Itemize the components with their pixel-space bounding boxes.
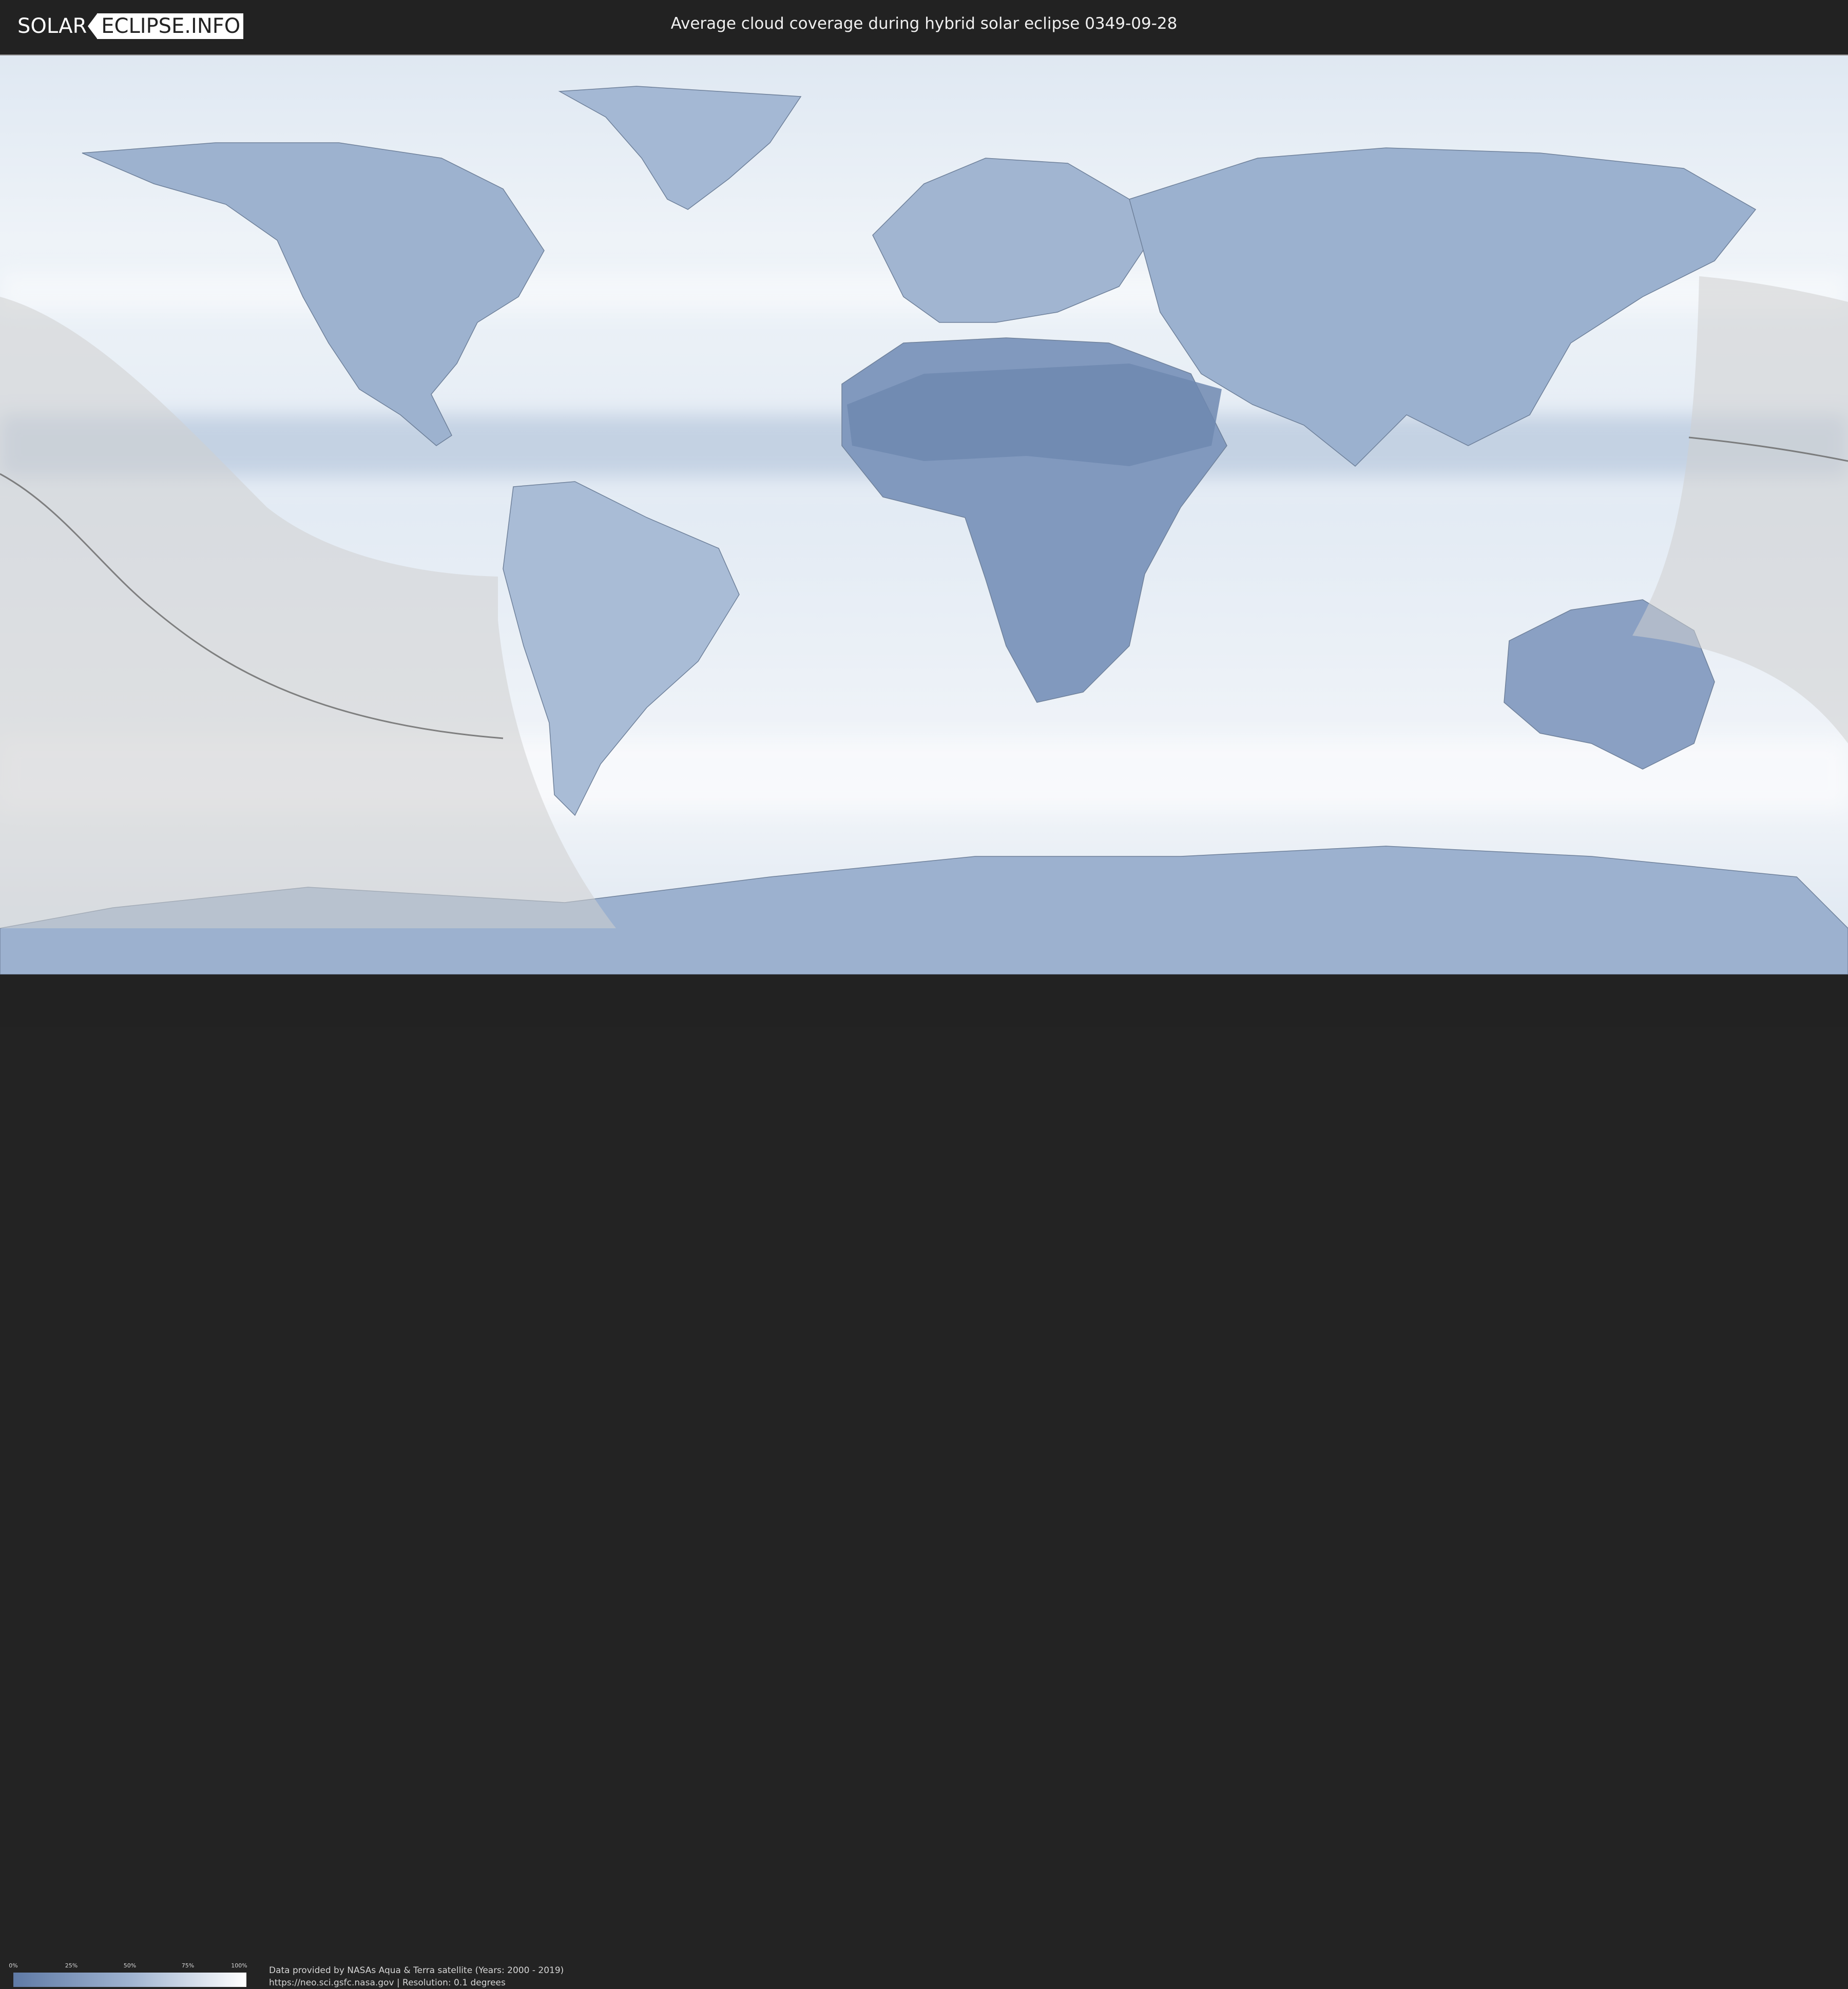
legend-tick-75: 75% (181, 1962, 195, 1969)
page-title: Average cloud coverage during hybrid sol… (670, 14, 1178, 33)
credits-line-url[interactable]: https://neo.sci.gsfc.nasa.gov | Resoluti… (269, 1977, 564, 1989)
world-map-svg (0, 55, 1848, 974)
legend-tick-25: 25% (65, 1962, 78, 1969)
header-bar: SOLAR ECLIPSE.INFO Average cloud coverag… (0, 0, 1848, 51)
legend-tick-100: 100% (231, 1962, 247, 1969)
footer-bar: 0% 25% 50% 75% 100% Data provided by NAS… (0, 974, 1848, 1988)
credits-line-source: Data provided by NASAs Aqua & Terra sate… (269, 1965, 564, 1976)
data-credits: Data provided by NASAs Aqua & Terra sate… (269, 1964, 564, 1989)
legend-gradient-bar (13, 1973, 246, 1987)
legend-tick-50: 50% (123, 1962, 137, 1969)
legend-tick-0: 0% (9, 1962, 18, 1969)
cloud-coverage-map[interactable] (0, 54, 1848, 976)
